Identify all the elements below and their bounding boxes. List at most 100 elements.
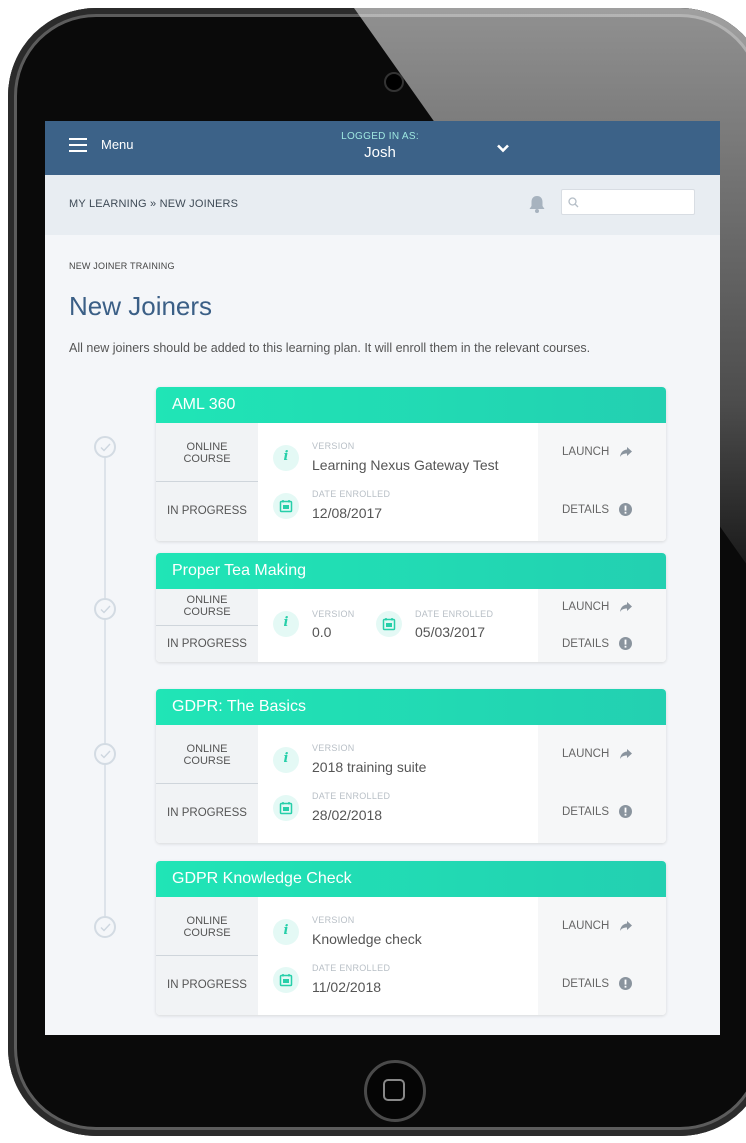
details-button[interactable]: DETAILS bbox=[562, 503, 633, 516]
version-value: 2018 training suite bbox=[312, 759, 427, 775]
calendar-icon bbox=[376, 611, 402, 637]
version-value: Knowledge check bbox=[312, 931, 422, 947]
course-meta: ONLINE COURSE IN PROGRESS bbox=[156, 725, 258, 843]
launch-label: LAUNCH bbox=[562, 920, 610, 932]
search-icon bbox=[568, 197, 579, 208]
username: Josh bbox=[364, 144, 396, 161]
details-label: DETAILS bbox=[562, 503, 610, 516]
calendar-icon bbox=[273, 967, 299, 993]
version-caption: VERSION bbox=[312, 915, 355, 925]
launch-label: LAUNCH bbox=[562, 446, 610, 458]
details-label: DETAILS bbox=[562, 805, 610, 818]
date-caption: DATE ENROLLED bbox=[312, 489, 391, 499]
exclamation-circle-icon bbox=[619, 637, 633, 650]
status-badge: IN PROGRESS bbox=[167, 638, 247, 650]
home-button[interactable] bbox=[364, 1060, 426, 1122]
date-value: 11/02/2018 bbox=[312, 979, 382, 995]
divider bbox=[156, 955, 258, 956]
course-title[interactable]: GDPR: The Basics bbox=[156, 689, 666, 725]
launch-label: LAUNCH bbox=[562, 601, 610, 613]
date-value: 05/03/2017 bbox=[415, 624, 486, 640]
check-circle-icon bbox=[94, 436, 116, 458]
launch-button[interactable]: LAUNCH bbox=[562, 601, 633, 613]
share-arrow-icon bbox=[620, 447, 633, 457]
details-label: DETAILS bbox=[562, 977, 610, 990]
course-actions: LAUNCH DETAILS bbox=[538, 423, 666, 541]
details-label: DETAILS bbox=[562, 637, 610, 650]
logged-in-user[interactable]: LOGGED IN AS: Josh bbox=[335, 131, 425, 161]
calendar-icon bbox=[273, 795, 299, 821]
bell-icon[interactable] bbox=[527, 194, 547, 214]
course-type: ONLINE COURSE bbox=[183, 743, 231, 767]
course-meta: ONLINE COURSE IN PROGRESS bbox=[156, 423, 258, 541]
course-card: AML 360 ONLINE COURSE IN PROGRESS i VERSI… bbox=[156, 387, 666, 541]
divider bbox=[156, 625, 258, 626]
check-circle-icon bbox=[94, 598, 116, 620]
search-input[interactable] bbox=[584, 192, 692, 214]
version-caption: VERSION bbox=[312, 743, 355, 753]
status-badge: IN PROGRESS bbox=[167, 505, 247, 517]
launch-button[interactable]: LAUNCH bbox=[562, 446, 633, 458]
course-title[interactable]: AML 360 bbox=[156, 387, 666, 423]
exclamation-circle-icon bbox=[619, 503, 633, 516]
app-screen: Menu LOGGED IN AS: Josh MY LEARNING » NE… bbox=[45, 121, 720, 1035]
camera-icon bbox=[384, 72, 404, 92]
course-card: Proper Tea Making ONLINE COURSE IN PROGRE… bbox=[156, 553, 666, 662]
divider bbox=[156, 783, 258, 784]
date-caption: DATE ENROLLED bbox=[415, 609, 494, 619]
version-caption: VERSION bbox=[312, 609, 355, 619]
info-icon: i bbox=[273, 611, 299, 637]
version-value: 0.0 bbox=[312, 624, 332, 640]
details-button[interactable]: DETAILS bbox=[562, 977, 633, 990]
course-type: ONLINE COURSE bbox=[183, 594, 231, 618]
date-value: 28/02/2018 bbox=[312, 807, 383, 823]
search-box[interactable] bbox=[561, 189, 695, 215]
top-nav-bar: Menu LOGGED IN AS: Josh bbox=[45, 121, 720, 175]
date-caption: DATE ENROLLED bbox=[312, 791, 391, 801]
version-caption: VERSION bbox=[312, 441, 355, 451]
hamburger-icon bbox=[69, 137, 87, 152]
course-type: ONLINE COURSE bbox=[183, 441, 231, 465]
menu-label: Menu bbox=[101, 137, 134, 152]
course-card: GDPR: The Basics ONLINE COURSE IN PROGRES… bbox=[156, 689, 666, 843]
breadcrumb-bar: MY LEARNING » NEW JOINERS bbox=[45, 175, 720, 235]
plan-description: All new joiners should be added to this … bbox=[69, 341, 591, 355]
launch-label: LAUNCH bbox=[562, 748, 610, 760]
info-icon: i bbox=[273, 919, 299, 945]
course-actions: LAUNCH DETAILS bbox=[538, 897, 666, 1015]
course-actions: LAUNCH DETAILS bbox=[538, 725, 666, 843]
date-caption: DATE ENROLLED bbox=[312, 963, 391, 973]
timeline-line bbox=[104, 443, 106, 923]
check-circle-icon bbox=[94, 916, 116, 938]
exclamation-circle-icon bbox=[619, 977, 633, 990]
share-arrow-icon bbox=[620, 602, 633, 612]
version-value: Learning Nexus Gateway Test bbox=[312, 457, 499, 473]
home-square-icon bbox=[383, 1079, 405, 1101]
course-title[interactable]: GDPR Knowledge Check bbox=[156, 861, 666, 897]
chevron-down-icon[interactable] bbox=[497, 142, 509, 154]
logged-in-caption: LOGGED IN AS: bbox=[341, 131, 419, 142]
info-icon: i bbox=[273, 445, 299, 471]
calendar-icon bbox=[273, 493, 299, 519]
page-title: New Joiners bbox=[69, 291, 213, 321]
course-card: GDPR Knowledge Check ONLINE COURSE IN PRO… bbox=[156, 861, 666, 1015]
course-meta: ONLINE COURSE IN PROGRESS bbox=[156, 589, 258, 662]
info-icon: i bbox=[273, 747, 299, 773]
plan-caption: NEW JOINER TRAINING bbox=[69, 261, 175, 271]
launch-button[interactable]: LAUNCH bbox=[562, 748, 633, 760]
date-value: 12/08/2017 bbox=[312, 505, 383, 521]
status-badge: IN PROGRESS bbox=[167, 807, 247, 819]
course-type: ONLINE COURSE bbox=[183, 915, 231, 939]
course-title[interactable]: Proper Tea Making bbox=[156, 553, 666, 589]
share-arrow-icon bbox=[620, 749, 633, 759]
menu-button[interactable]: Menu bbox=[69, 137, 134, 152]
divider bbox=[156, 481, 258, 482]
launch-button[interactable]: LAUNCH bbox=[562, 920, 633, 932]
share-arrow-icon bbox=[620, 921, 633, 931]
details-button[interactable]: DETAILS bbox=[562, 805, 633, 818]
course-actions: LAUNCH DETAILS bbox=[538, 589, 666, 662]
details-button[interactable]: DETAILS bbox=[562, 637, 633, 650]
breadcrumb[interactable]: MY LEARNING » NEW JOINERS bbox=[69, 198, 238, 210]
status-badge: IN PROGRESS bbox=[167, 979, 247, 991]
check-circle-icon bbox=[94, 743, 116, 765]
